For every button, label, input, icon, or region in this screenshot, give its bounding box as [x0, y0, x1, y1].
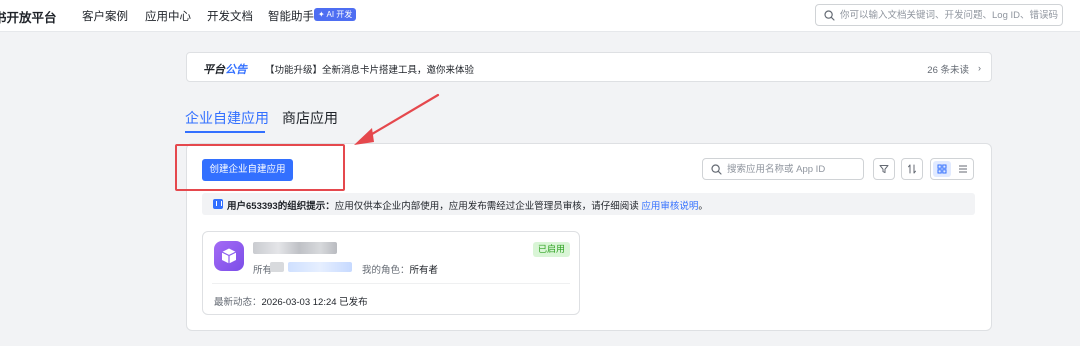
status-badge: 已启用 [533, 242, 571, 257]
list-view-icon [959, 165, 967, 173]
sort-icon [908, 164, 916, 174]
doc-search-input[interactable] [840, 7, 1060, 23]
org-tip-suffix: 。 [698, 201, 708, 212]
owner-redacted-1 [270, 262, 284, 272]
notice-text[interactable]: 【功能升级】全新消息卡片搭建工具，邀你来体验 [265, 62, 474, 76]
card-divider [212, 283, 570, 284]
doc-search-box[interactable] [815, 4, 1063, 26]
annotation-highlight-box [175, 144, 345, 191]
app-search-box[interactable] [702, 158, 864, 180]
top-nav: 书开放平台 客户案例 应用中心 开发文档 智能助手 ✦ AI 开发 [0, 0, 1080, 32]
app-cube-icon [214, 241, 244, 271]
my-role: 我的角色：所有者 [362, 262, 438, 276]
role-label: 我的角色： [362, 265, 410, 276]
org-tip-body: 应用仅供本企业内部使用，应用发布需经过企业管理员审核，请仔细阅读 [334, 201, 642, 212]
grid-view-button[interactable] [933, 161, 951, 177]
annotation-arrow-icon [354, 93, 440, 145]
search-icon [711, 164, 722, 175]
notice-title-part2: 公告 [225, 64, 247, 76]
chevron-right-icon[interactable]: › [978, 63, 981, 73]
app-name-redacted [253, 242, 337, 254]
org-tip-text: 用户653393的组织提示：应用仅供本企业内部使用，应用发布需经过企业管理员审核… [227, 198, 708, 212]
review-guide-link[interactable]: 应用审核说明 [641, 201, 698, 212]
info-icon [213, 199, 223, 209]
latest-activity: 最新动态：2026-03-03 12:24 已发布 [214, 294, 368, 308]
filter-button[interactable] [873, 158, 895, 180]
nav-item-app-center[interactable]: 应用中心 [145, 8, 191, 24]
app-search-input[interactable] [727, 161, 861, 177]
tab-store-apps[interactable]: 商店应用 [282, 108, 338, 128]
role-value: 所有者 [409, 265, 439, 276]
filter-icon [879, 165, 889, 174]
ai-dev-badge[interactable]: ✦ AI 开发 [314, 8, 357, 21]
nav-item-ai-assistant[interactable]: 智能助手 [268, 8, 314, 24]
search-icon [824, 10, 835, 21]
nav-item-customer-cases[interactable]: 客户案例 [82, 8, 128, 24]
tab-internal-apps[interactable]: 企业自建应用 [185, 108, 269, 128]
notice-unread-count[interactable]: 26 条未读 [927, 62, 969, 76]
latest-value: 2026-03-03 12:24 已发布 [261, 297, 368, 308]
org-tip-prefix: 用户653393的组织提示： [227, 201, 335, 212]
org-tip-bar: 用户653393的组织提示：应用仅供本企业内部使用，应用发布需经过企业管理员审核… [202, 193, 975, 215]
active-tab-underline [185, 131, 265, 133]
list-view-button[interactable] [954, 161, 972, 177]
latest-label: 最新动态： [214, 297, 262, 308]
brand-logo-text[interactable]: 书开放平台 [0, 7, 57, 26]
notice-title: 平台公告 [203, 61, 247, 77]
view-mode-toggle [930, 158, 974, 180]
grid-view-icon [937, 164, 947, 174]
platform-notice-bar[interactable]: 平台公告 【功能升级】全新消息卡片搭建工具，邀你来体验 26 条未读 › [186, 52, 992, 82]
nav-item-dev-docs[interactable]: 开发文档 [207, 8, 253, 24]
owner-redacted-2 [288, 262, 352, 272]
notice-title-part1: 平台 [203, 64, 225, 76]
sort-button[interactable] [901, 158, 923, 180]
